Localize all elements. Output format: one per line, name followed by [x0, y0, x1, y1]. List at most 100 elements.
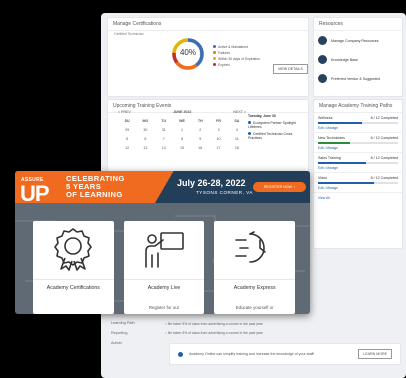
- banner-headline: CELEBRATING 5 YEARS OF LEARNING: [66, 174, 125, 199]
- certification-percent: 40%: [179, 48, 196, 57]
- calendar-day[interactable]: 16: [191, 146, 209, 150]
- calendar-day[interactable]: 31: [155, 128, 173, 132]
- tile-divider: [214, 279, 296, 280]
- calendar-day[interactable]: 17: [209, 146, 227, 150]
- calendar: < PREV JUNE 2022 NEXT > SU MO TU WE TH FR SA 29…: [118, 110, 246, 150]
- book-icon: [318, 55, 327, 64]
- calendar-weekday: MO: [142, 119, 149, 123]
- tile-academy-express[interactable]: Academy Express Educate yourself or: [214, 221, 296, 314]
- option-list: ○ Be taken 5% of class from advertising …: [165, 320, 263, 338]
- resource-item[interactable]: Knowledge Base: [314, 50, 402, 69]
- path-name: Video: [318, 176, 328, 180]
- option-item[interactable]: ○ Be taken 5% of class from advertising …: [165, 320, 263, 329]
- register-now-button[interactable]: REGISTER NOW ›: [253, 182, 306, 192]
- resource-item[interactable]: Manage Company Resources: [314, 31, 402, 50]
- calendar-day[interactable]: 10: [209, 137, 227, 141]
- info-icon: [178, 351, 183, 357]
- calendar-month: JUNE 2022: [172, 110, 192, 114]
- resources-title: Resources: [314, 18, 402, 31]
- event-list: Tuesday, June 30 Ecosystem Partner Spotl…: [248, 114, 304, 140]
- certification-legend: Active & Maintained Failures Within 30 d…: [213, 44, 260, 68]
- calendar-grid: SU MO TU WE TH FR SA 29 30 31 1 2 3 4 5 6 7 8 9 10 11 12 13 14 1…: [118, 119, 246, 150]
- path-progress-bar: [318, 142, 398, 144]
- calendar-day[interactable]: 4: [228, 128, 246, 132]
- path-count: 6 / 12 Completed: [370, 136, 398, 140]
- path-progress-bar: [318, 182, 398, 184]
- calendar-day[interactable]: 12: [118, 146, 136, 150]
- path-name: Wellness: [318, 116, 333, 120]
- calendar-weekday: FR: [216, 119, 221, 123]
- path-progress-bar: [318, 162, 398, 164]
- nav-item-learning-path[interactable]: Learning Path: [111, 318, 135, 328]
- training-path-item[interactable]: Video 8 / 12 Completed Edit • Manage: [314, 173, 402, 193]
- resource-item[interactable]: Preferred Vendor & Suggested: [314, 69, 402, 88]
- calendar-prev-button[interactable]: < PREV: [118, 110, 131, 114]
- path-name: Sales Training: [318, 156, 341, 160]
- calendar-day[interactable]: 18: [228, 146, 246, 150]
- calendar-next-button[interactable]: NEXT >: [233, 110, 246, 114]
- calendar-day[interactable]: 2: [191, 128, 209, 132]
- view-details-button[interactable]: VIEW DETAILS: [273, 64, 308, 74]
- presenter-board-icon: [145, 232, 184, 268]
- path-count: 8 / 12 Completed: [370, 176, 398, 180]
- calendar-weekday: WE: [179, 119, 185, 123]
- calendar-day[interactable]: 15: [173, 146, 191, 150]
- option-item[interactable]: ○ Be taken 5% of class from advertising …: [165, 329, 263, 338]
- view-all-link[interactable]: View All: [314, 193, 402, 203]
- event-item[interactable]: Certified Technician Cross Practices: [248, 132, 304, 140]
- calendar-day[interactable]: 8: [173, 137, 191, 141]
- calendar-day[interactable]: 14: [155, 146, 173, 150]
- calendar-day[interactable]: 6: [136, 137, 154, 141]
- certifications-card: Manage Certifications Certified Technici…: [107, 17, 309, 97]
- nav-item-admin[interactable]: Admin: [111, 338, 135, 348]
- learn-more-button[interactable]: LEARN MORE: [358, 349, 392, 359]
- legend-item: Expired: [213, 62, 260, 68]
- tile-subtitle: Educate yourself or: [235, 305, 274, 310]
- tile-divider: [33, 279, 114, 280]
- path-links[interactable]: Edit • Manage: [318, 146, 398, 150]
- calendar-weekday: TH: [197, 119, 203, 123]
- tile-academy-live[interactable]: Academy Live Register for our: [123, 221, 205, 314]
- calendar-day[interactable]: 7: [155, 137, 173, 141]
- award-badge-icon: [54, 228, 93, 271]
- calendar-day[interactable]: 29: [118, 128, 136, 132]
- calendar-weekday: TU: [161, 119, 167, 123]
- path-progress-fill: [318, 122, 362, 124]
- academy-promo-card: ASSURE UP CELEBRATING 5 YEARS OF LEARNIN…: [15, 171, 310, 314]
- event-dates: July 26-28, 2022: [177, 178, 246, 188]
- event-location: TYSONS CORNER, VA: [196, 190, 253, 195]
- training-path-item[interactable]: Wellness 8 / 12 Completed Edit • Manage: [314, 113, 402, 133]
- event-banner: ASSURE UP CELEBRATING 5 YEARS OF LEARNIN…: [15, 171, 310, 206]
- calendar-day[interactable]: 13: [136, 146, 154, 150]
- path-progress-fill: [318, 162, 366, 164]
- calendar-day[interactable]: 9: [191, 137, 209, 141]
- path-count: 8 / 12 Completed: [370, 116, 398, 120]
- path-progress-fill: [318, 182, 374, 184]
- event-date: Tuesday, June 30: [248, 114, 276, 118]
- calendar-day[interactable]: 5: [118, 137, 136, 141]
- calendar-day[interactable]: 30: [136, 128, 154, 132]
- nav-item-reporting[interactable]: Reporting: [111, 328, 135, 338]
- promo-strip-text: Academy Online can simplify training and…: [189, 352, 315, 356]
- training-path-item[interactable]: New Technicians 6 / 12 Completed Edit • Ma…: [314, 133, 402, 153]
- training-path-item[interactable]: Sales Training 8 / 12 Completed Edit • Man…: [314, 153, 402, 173]
- calendar-day[interactable]: 3: [209, 128, 227, 132]
- path-links[interactable]: Edit • Manage: [318, 186, 398, 190]
- path-count: 8 / 12 Completed: [370, 156, 398, 160]
- calendar-day[interactable]: 1: [173, 128, 191, 132]
- resources-card: Resources Manage Company Resources Knowl…: [313, 17, 403, 97]
- path-links[interactable]: Edit • Manage: [318, 166, 398, 170]
- path-progress-fill: [318, 142, 350, 144]
- tile-subtitle: Register for our: [148, 305, 180, 310]
- certifications-title: Manage Certifications: [108, 18, 308, 31]
- certifications-subtitle: Certified Technician: [114, 32, 144, 36]
- path-name: New Technicians: [318, 136, 345, 140]
- tile-academy-certifications[interactable]: Academy Certifications: [33, 221, 114, 314]
- event-item[interactable]: Ecosystem Partner Spotlight Lifetimes: [248, 121, 304, 129]
- tile-title: Academy Live: [147, 285, 181, 291]
- training-paths-card: Manage Academy Training Paths Wellness 8 …: [313, 99, 403, 249]
- path-links[interactable]: Edit • Manage: [318, 126, 398, 130]
- calendar-weekday: SA: [234, 119, 240, 123]
- calendar-day[interactable]: 11: [228, 137, 246, 141]
- training-events-card: Upcoming Training Events < PREV JUNE 202…: [107, 99, 309, 175]
